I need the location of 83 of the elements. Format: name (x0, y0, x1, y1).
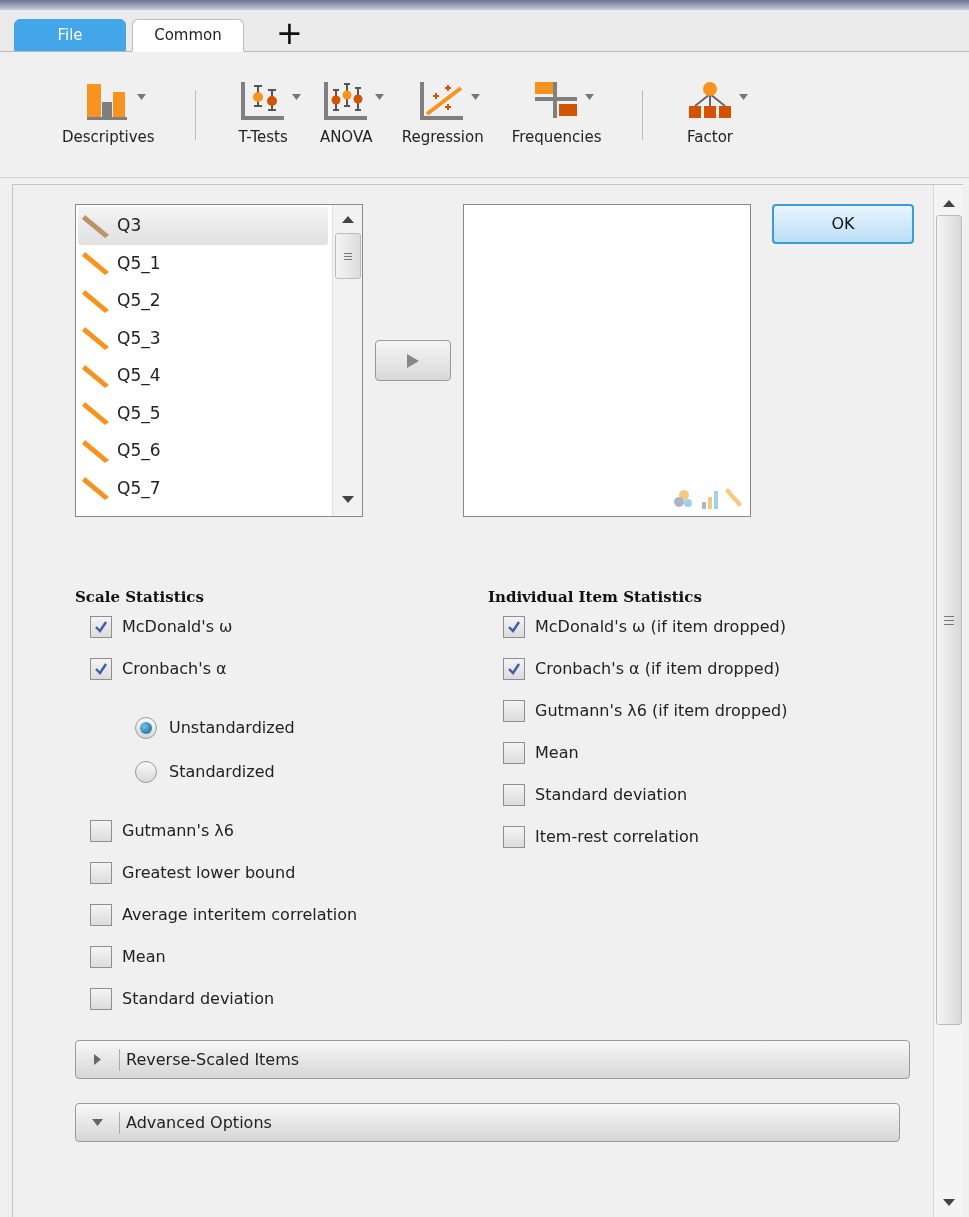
scatter-line-icon (419, 80, 466, 121)
section-heading: Individual Item Statistics (488, 587, 703, 608)
variable-item[interactable]: Q5_6 (78, 432, 328, 470)
scrollbar[interactable] (933, 185, 963, 1217)
variable-item[interactable]: Q5_5 (78, 394, 328, 432)
play-icon (407, 353, 419, 368)
variable-item[interactable]: Q3 (78, 207, 328, 245)
option-label: Cronbach's α (122, 658, 227, 680)
collapsible-section-header[interactable]: Advanced Options (75, 1103, 900, 1142)
variable-item[interactable]: Q5_2 (78, 282, 328, 320)
checkbox[interactable] (90, 904, 112, 926)
hierarchy-icon (686, 80, 733, 121)
checkbox[interactable] (90, 862, 112, 884)
option-label: Standardized (169, 761, 275, 783)
ruler-icon (81, 212, 111, 239)
error-bars-icon (239, 80, 286, 121)
caret-icon (291, 94, 301, 101)
toolbar-button[interactable]: Frequencies (497, 80, 616, 149)
caret-icon (585, 94, 595, 101)
tab[interactable]: Common (132, 19, 244, 52)
ruler-icon (81, 362, 111, 389)
collapsible-section-header[interactable]: Reverse-Scaled Items (75, 1040, 910, 1079)
variable-item[interactable]: Q5_1 (78, 244, 328, 282)
variable-types-icon (672, 486, 744, 510)
check-icon (94, 662, 108, 676)
caret-icon (136, 94, 146, 101)
option-label: Item-rest correlation (535, 826, 699, 848)
check-icon (94, 620, 108, 634)
frequency-table-icon (533, 80, 580, 121)
option-label: McDonald's ω (122, 616, 233, 638)
checkbox[interactable] (90, 658, 112, 680)
move-right-button[interactable] (375, 340, 451, 381)
option-label: Gutmann's λ6 (122, 820, 234, 842)
option-label: Mean (122, 946, 166, 968)
scroll-up-icon[interactable] (942, 199, 955, 207)
option-label: Greatest lower bound (122, 862, 296, 884)
check-icon (507, 620, 521, 634)
toolbar-button[interactable]: ANOVA (304, 80, 388, 149)
checkbox[interactable] (503, 658, 525, 680)
checkbox[interactable] (503, 784, 525, 806)
checkbox[interactable] (503, 700, 525, 722)
caret-icon (374, 94, 384, 101)
variable-item[interactable]: Q5_7 (78, 469, 328, 507)
option-label: Mean (535, 742, 579, 764)
toolbar-button[interactable]: Descriptives (48, 80, 169, 149)
error-bars-icon (322, 80, 369, 121)
option-label: Average interitem correlation (122, 904, 358, 926)
option-label: Standard deviation (535, 784, 688, 806)
option-label: Gutmann's λ6 (if item dropped) (535, 700, 788, 722)
caret-icon (471, 94, 481, 101)
scroll-down-icon[interactable] (942, 1199, 955, 1207)
ok-button[interactable]: OK (772, 204, 914, 244)
add-tab-button[interactable]: + (274, 17, 305, 49)
checkbox[interactable] (503, 826, 525, 848)
check-icon (507, 662, 521, 676)
toolbar-button[interactable]: T-Tests (221, 80, 305, 149)
checkbox[interactable] (90, 616, 112, 638)
checkbox[interactable] (90, 820, 112, 842)
scrollbar[interactable] (332, 205, 362, 516)
option-label: McDonald's ω (if item dropped) (535, 616, 786, 638)
option-label: Unstandardized (169, 717, 295, 739)
ruler-icon (81, 325, 111, 352)
variable-item[interactable]: Q5_3 (78, 319, 328, 357)
radio-button[interactable] (135, 761, 157, 783)
ruler-icon (81, 287, 111, 314)
caret-icon (738, 94, 748, 101)
radio-button[interactable] (135, 717, 157, 739)
section-heading: Scale Statistics (75, 587, 205, 608)
variable-item[interactable]: Q5_4 (78, 357, 328, 395)
checkbox[interactable] (90, 946, 112, 968)
ruler-icon (81, 437, 111, 464)
toolbar-button[interactable]: Factor (668, 80, 752, 149)
option-label: Cronbach's α (if item dropped) (535, 658, 781, 680)
option-label: Standard deviation (122, 988, 275, 1010)
ruler-icon (81, 475, 111, 502)
checkbox[interactable] (90, 988, 112, 1010)
ruler-icon (81, 400, 111, 427)
toolbar-button[interactable]: Regression (387, 80, 498, 149)
scroll-up-icon[interactable] (341, 215, 354, 223)
ruler-icon (81, 250, 111, 277)
scroll-down-icon[interactable] (341, 496, 354, 504)
checkbox[interactable] (503, 742, 525, 764)
checkbox[interactable] (503, 616, 525, 638)
